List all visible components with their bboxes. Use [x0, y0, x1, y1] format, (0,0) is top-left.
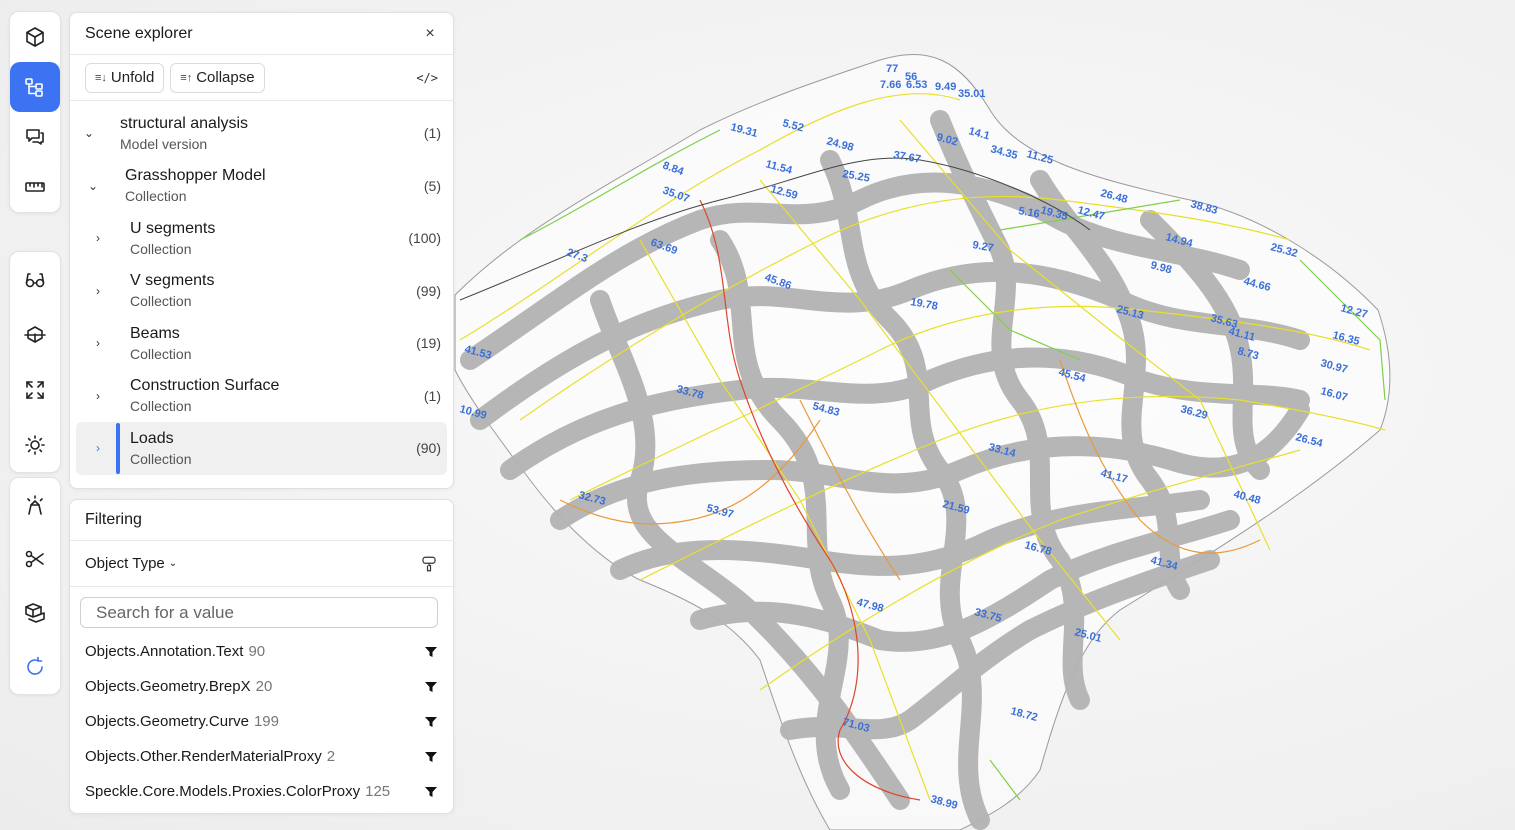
chevron-down-icon[interactable]: ⌄	[84, 179, 102, 193]
facet-label: Speckle.Core.Models.Proxies.ColorProxy	[85, 783, 361, 800]
layers-icon[interactable]	[10, 586, 60, 640]
facet-label: Objects.Annotation.Text	[85, 643, 244, 660]
tree-item-count: (1)	[423, 125, 441, 142]
facet-count: 20	[255, 678, 273, 695]
tree-row[interactable]: › U segments Collection (100)	[76, 212, 447, 265]
filter-funnel-icon[interactable]	[424, 785, 438, 799]
tree-row[interactable]: › Construction Surface Collection (1)	[76, 370, 447, 423]
tool-rail-view	[9, 251, 61, 473]
chevron-down-icon[interactable]: ⌄	[80, 126, 98, 140]
tree-item-type: Model version	[120, 135, 208, 152]
chevron-right-icon[interactable]: ›	[89, 231, 107, 245]
tree-item-name: structural analysis	[120, 114, 249, 132]
chevron-right-icon[interactable]: ›	[89, 336, 107, 350]
tree-item-type: Collection	[130, 240, 192, 257]
tree-row[interactable]: ⌄ structural analysis Model version (1)	[76, 107, 447, 160]
facet-count: 2	[326, 748, 336, 765]
collapse-label: Collapse	[196, 69, 255, 86]
tree-item-name: Grasshopper Model	[125, 167, 266, 185]
refresh-icon[interactable]	[10, 640, 60, 694]
views-icon[interactable]	[10, 307, 60, 362]
tree-row-selected[interactable]: › Loads Collection (90)	[76, 422, 447, 475]
explode-icon[interactable]	[10, 478, 60, 532]
filter-facet-row[interactable]: Objects.Annotation.Text 90	[70, 634, 453, 669]
tree-item-name: U segments	[130, 219, 216, 237]
chevron-down-icon: ⌄	[168, 558, 178, 569]
filter-funnel-icon[interactable]	[424, 645, 438, 659]
chevron-right-icon[interactable]: ›	[89, 284, 107, 298]
facet-count: 90	[248, 643, 266, 660]
tree-item-count: (5)	[423, 177, 441, 194]
filtering-title: Filtering	[70, 500, 453, 541]
tree-item-name: V segments	[130, 272, 215, 290]
tree-item-name: Construction Surface	[130, 377, 280, 395]
load-annotation-label: 77	[886, 63, 898, 75]
filter-funnel-icon[interactable]	[424, 750, 438, 764]
load-annotation-label: 35.01	[958, 88, 986, 100]
facet-count: 199	[253, 713, 279, 730]
facet-label: Objects.Geometry.Curve	[85, 713, 249, 730]
tree-item-type: Collection	[125, 188, 187, 205]
tree-item-name: Beams	[130, 324, 180, 342]
filter-facet-row[interactable]: Objects.Geometry.BrepX 20	[70, 669, 453, 704]
tree-item-count: (1)	[423, 387, 441, 404]
tree-row[interactable]: ⌄ Grasshopper Model Collection (5)	[76, 160, 447, 213]
collapse-icon: ≡↑	[180, 71, 193, 84]
load-annotation-label: 6.53	[906, 79, 927, 91]
filter-funnel-icon[interactable]	[424, 715, 438, 729]
tree-item-type: Collection	[130, 345, 192, 362]
tree-row[interactable]: › V segments Collection (99)	[76, 265, 447, 318]
scene-tree: ⌄ structural analysis Model version (1) …	[70, 101, 453, 475]
tree-item-type: Collection	[130, 398, 192, 415]
tree-row[interactable]: › Beams Collection (19)	[76, 317, 447, 370]
filter-facet-row[interactable]: Objects.Other.RenderMaterialProxy 2	[70, 739, 453, 774]
facet-label: Objects.Other.RenderMaterialProxy	[85, 748, 322, 765]
chevron-right-icon[interactable]: ›	[89, 441, 107, 455]
view-glasses-icon[interactable]	[10, 252, 60, 307]
tree-item-type: Collection	[130, 293, 192, 310]
select-label: Object Type	[85, 555, 165, 572]
facet-count: 125	[365, 783, 391, 800]
scene-explorer-panel: Scene explorer × ≡↓ Unfold ≡↑ Collapse <…	[69, 12, 454, 489]
object-type-select[interactable]: Object Type ⌄	[70, 541, 453, 587]
code-icon[interactable]: </>	[416, 71, 438, 85]
collapse-button[interactable]: ≡↑ Collapse	[170, 62, 265, 93]
panel-title: Scene explorer	[85, 24, 193, 42]
load-annotation-label: 7.66	[880, 79, 901, 91]
tree-item-count: (19)	[416, 335, 441, 352]
tool-rail-tools	[9, 477, 61, 695]
filter-facet-row[interactable]: Speckle.Core.Models.Proxies.ColorProxy 1…	[70, 774, 453, 809]
paint-brush-icon[interactable]	[420, 555, 438, 573]
section-scissors-icon[interactable]	[10, 532, 60, 586]
model-cube-icon[interactable]	[10, 12, 60, 62]
measure-icon[interactable]	[10, 162, 60, 212]
tree-item-count: (90)	[416, 440, 441, 457]
scene-tree-icon[interactable]	[10, 62, 60, 112]
unfold-label: Unfold	[110, 69, 155, 86]
tree-item-count: (100)	[408, 230, 441, 247]
comments-icon[interactable]	[10, 112, 60, 162]
search-input[interactable]: Search for a value	[80, 597, 438, 628]
unfold-icon: ≡↓	[95, 71, 107, 84]
close-icon[interactable]: ×	[422, 25, 438, 43]
tree-item-name: Loads	[130, 429, 174, 447]
lighting-sun-icon[interactable]	[10, 417, 60, 472]
unfold-button[interactable]: ≡↓ Unfold	[85, 62, 165, 93]
tree-item-type: Collection	[130, 450, 192, 467]
load-annotation-label: 9.49	[935, 81, 956, 93]
filter-funnel-icon[interactable]	[424, 680, 438, 694]
facet-label: Objects.Geometry.BrepX	[85, 678, 251, 695]
zoom-extents-icon[interactable]	[10, 362, 60, 417]
filter-facet-row[interactable]: Objects.Geometry.Curve 199	[70, 704, 453, 739]
filtering-panel: Filtering Object Type ⌄ Search for a val…	[69, 499, 454, 814]
scene-toolbar: ≡↓ Unfold ≡↑ Collapse </>	[70, 55, 453, 101]
scene-explorer-header: Scene explorer ×	[70, 13, 453, 55]
chevron-right-icon[interactable]: ›	[89, 389, 107, 403]
tool-rail-main	[9, 11, 61, 213]
tree-item-count: (99)	[416, 282, 441, 299]
